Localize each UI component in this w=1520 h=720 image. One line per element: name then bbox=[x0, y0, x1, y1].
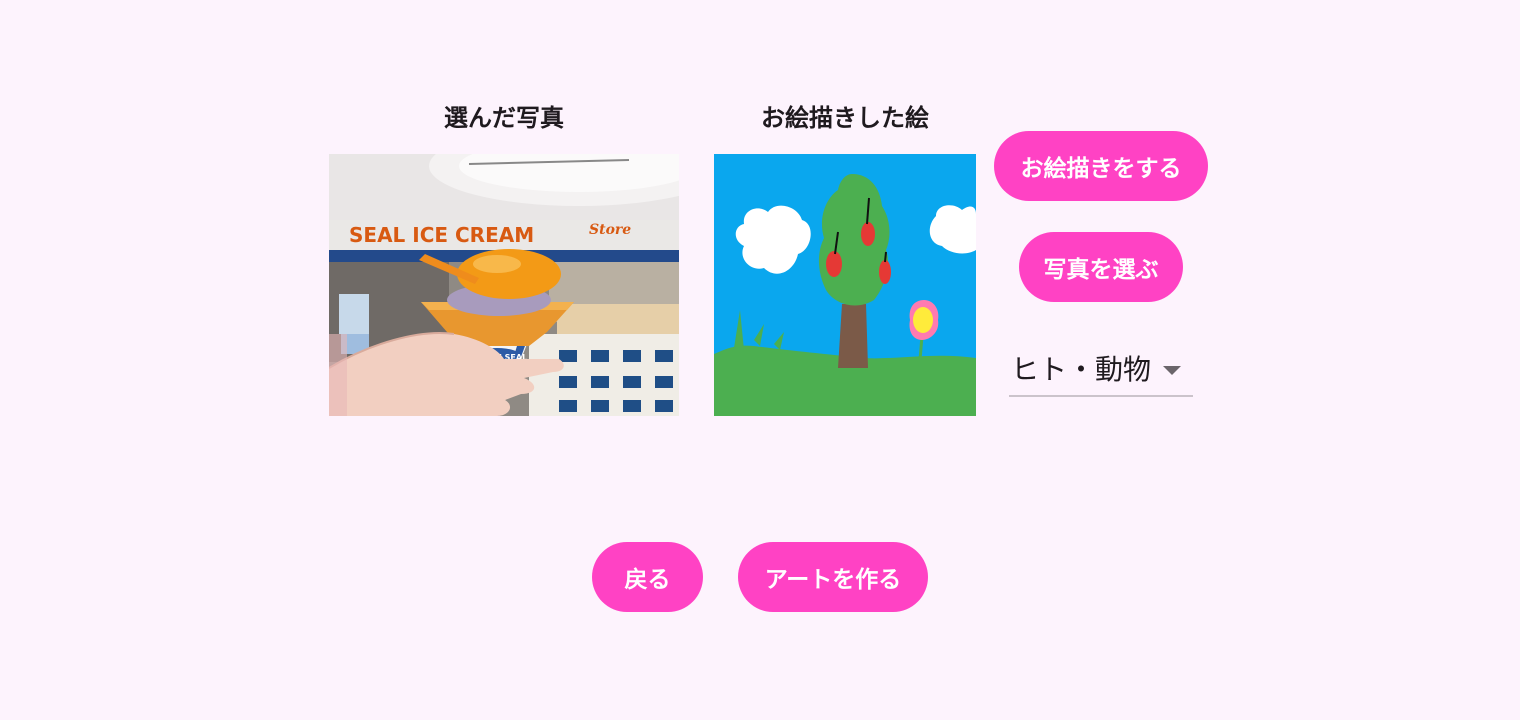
make-art-button[interactable]: アートを作る bbox=[738, 542, 928, 612]
category-select[interactable]: ヒト・動物 bbox=[1009, 340, 1193, 397]
selected-photo-caption: 選んだ写真 bbox=[444, 104, 564, 132]
draw-button[interactable]: お絵描きをする bbox=[994, 131, 1208, 201]
drawing-picture bbox=[714, 154, 976, 416]
store-sign-text: SEAL ICE CREAM bbox=[349, 223, 534, 247]
dropdown-arrow-icon bbox=[1163, 366, 1181, 375]
category-select-value: ヒト・動物 bbox=[1011, 352, 1152, 386]
drawing-caption: お絵描きした絵 bbox=[761, 104, 929, 132]
back-button[interactable]: 戻る bbox=[592, 542, 703, 612]
selected-photo: SEAL ICE CREAM Store BLUE SEAL bbox=[329, 154, 679, 416]
choose-photo-button[interactable]: 写真を選ぶ bbox=[1019, 232, 1183, 302]
store-sign-text-right: Store bbox=[589, 222, 631, 238]
